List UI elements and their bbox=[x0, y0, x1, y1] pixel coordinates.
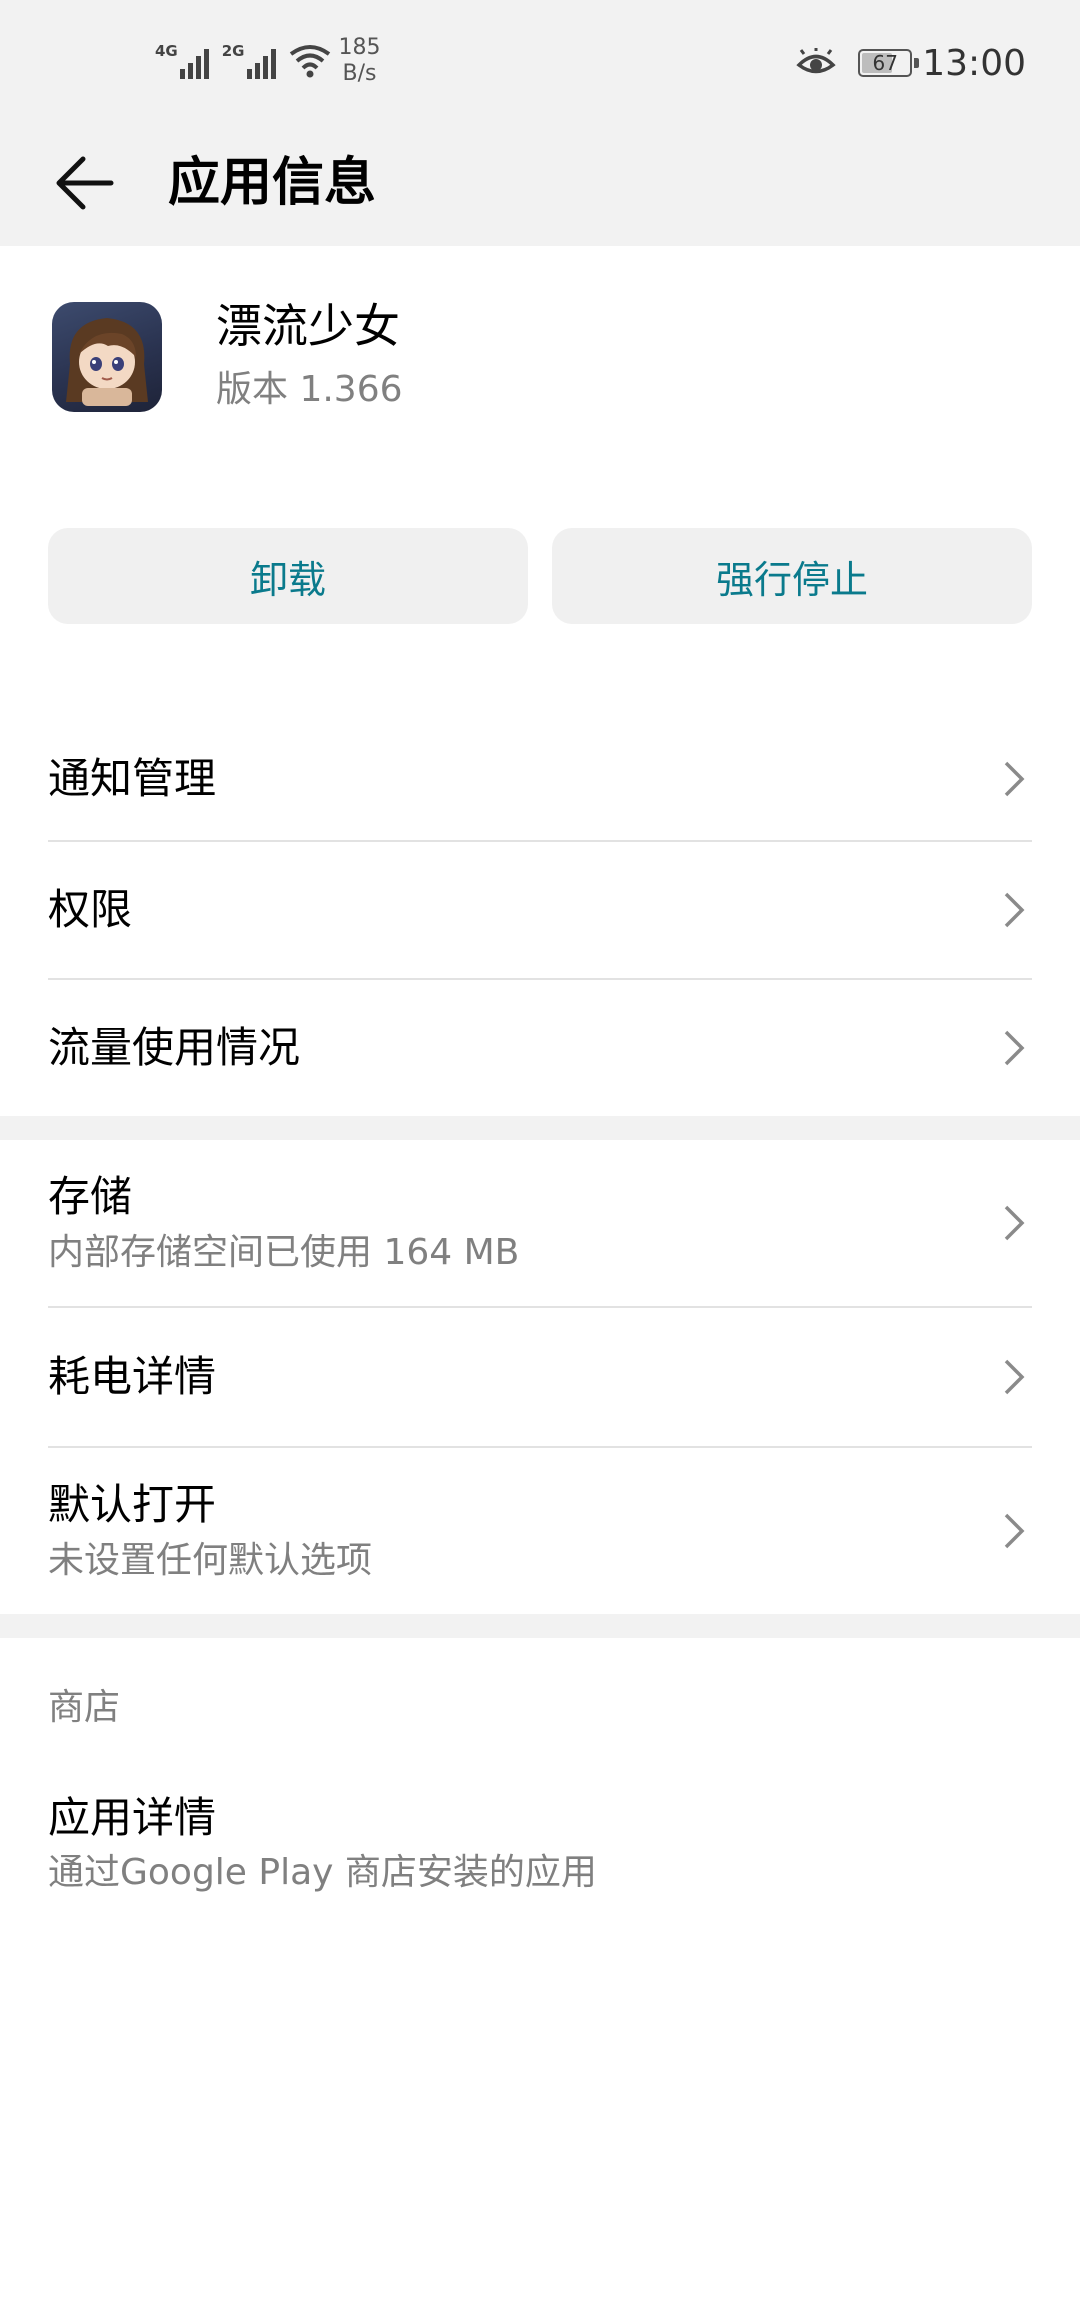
signal-icon bbox=[179, 43, 212, 79]
wifi-icon bbox=[289, 45, 330, 78]
back-arrow-icon bbox=[56, 156, 114, 210]
list-item-app-details[interactable]: 应用详情 通过Google Play 商店安装的应用 bbox=[0, 1768, 1080, 1908]
list-item-subtitle: 内部存储空间已使用 164 MB bbox=[48, 1232, 520, 1273]
battery-icon: 67 bbox=[858, 49, 920, 77]
section-separator bbox=[0, 1614, 1080, 1638]
page-title: 应用信息 bbox=[168, 153, 377, 213]
list-item-label: 流量使用情况 bbox=[48, 1023, 301, 1072]
list-item-label: 权限 bbox=[48, 885, 133, 934]
app-icon bbox=[52, 302, 162, 412]
list-item-label: 默认打开 bbox=[48, 1480, 217, 1529]
list-item-data-usage[interactable]: 流量使用情况 bbox=[0, 980, 1080, 1116]
chevron-right-icon bbox=[1004, 1359, 1025, 1395]
chevron-right-icon bbox=[1004, 1513, 1025, 1549]
list-item-storage[interactable]: 存储 内部存储空间已使用 164 MB bbox=[0, 1140, 1080, 1306]
clock: 13:00 bbox=[922, 42, 1026, 84]
battery-level: 67 bbox=[872, 51, 898, 75]
status-left: 4G 2G 185 B/s bbox=[155, 35, 381, 87]
app-name: 漂流少女 bbox=[216, 299, 400, 353]
section-header-store: 商店 bbox=[48, 1687, 121, 1728]
list-item-battery[interactable]: 耗电详情 bbox=[0, 1308, 1080, 1446]
back-button[interactable] bbox=[40, 138, 130, 228]
chevron-right-icon bbox=[1004, 1030, 1025, 1066]
status-bar: 4G 2G 185 B/s 67 13:00 bbox=[0, 0, 1080, 120]
network-speed-value: 185 bbox=[338, 35, 381, 60]
uninstall-button[interactable]: 卸载 bbox=[48, 528, 528, 624]
list-item-label: 存储 bbox=[48, 1172, 133, 1221]
network-speed: 185 B/s bbox=[339, 35, 381, 87]
eye-comfort-icon bbox=[796, 48, 836, 74]
chevron-right-icon bbox=[1004, 761, 1025, 797]
section-separator bbox=[0, 1116, 1080, 1140]
title-bar: 应用信息 bbox=[0, 120, 1080, 246]
list-item-open-by-default[interactable]: 默认打开 未设置任何默认选项 bbox=[0, 1448, 1080, 1614]
chevron-right-icon bbox=[1004, 1205, 1025, 1241]
app-version: 版本 1.366 bbox=[216, 369, 403, 410]
status-right: 67 13:00 bbox=[796, 38, 1026, 88]
signal-icon-2 bbox=[246, 43, 279, 79]
app-icon-art bbox=[66, 318, 148, 406]
list-item-permissions[interactable]: 权限 bbox=[0, 842, 1080, 978]
list-item-subtitle: 通过Google Play 商店安装的应用 bbox=[48, 1852, 597, 1893]
network-speed-unit: B/s bbox=[342, 61, 377, 86]
network-type-2: 2G bbox=[221, 42, 245, 60]
list-item-label: 通知管理 bbox=[48, 754, 217, 803]
list-item-label: 应用详情 bbox=[48, 1793, 217, 1842]
list-item-notifications[interactable]: 通知管理 bbox=[0, 718, 1080, 840]
force-stop-button[interactable]: 强行停止 bbox=[552, 528, 1032, 624]
chevron-right-icon bbox=[1004, 892, 1025, 928]
list-item-subtitle: 未设置任何默认选项 bbox=[48, 1540, 373, 1581]
network-type-1: 4G bbox=[155, 42, 178, 60]
list-item-label: 耗电详情 bbox=[48, 1352, 217, 1401]
